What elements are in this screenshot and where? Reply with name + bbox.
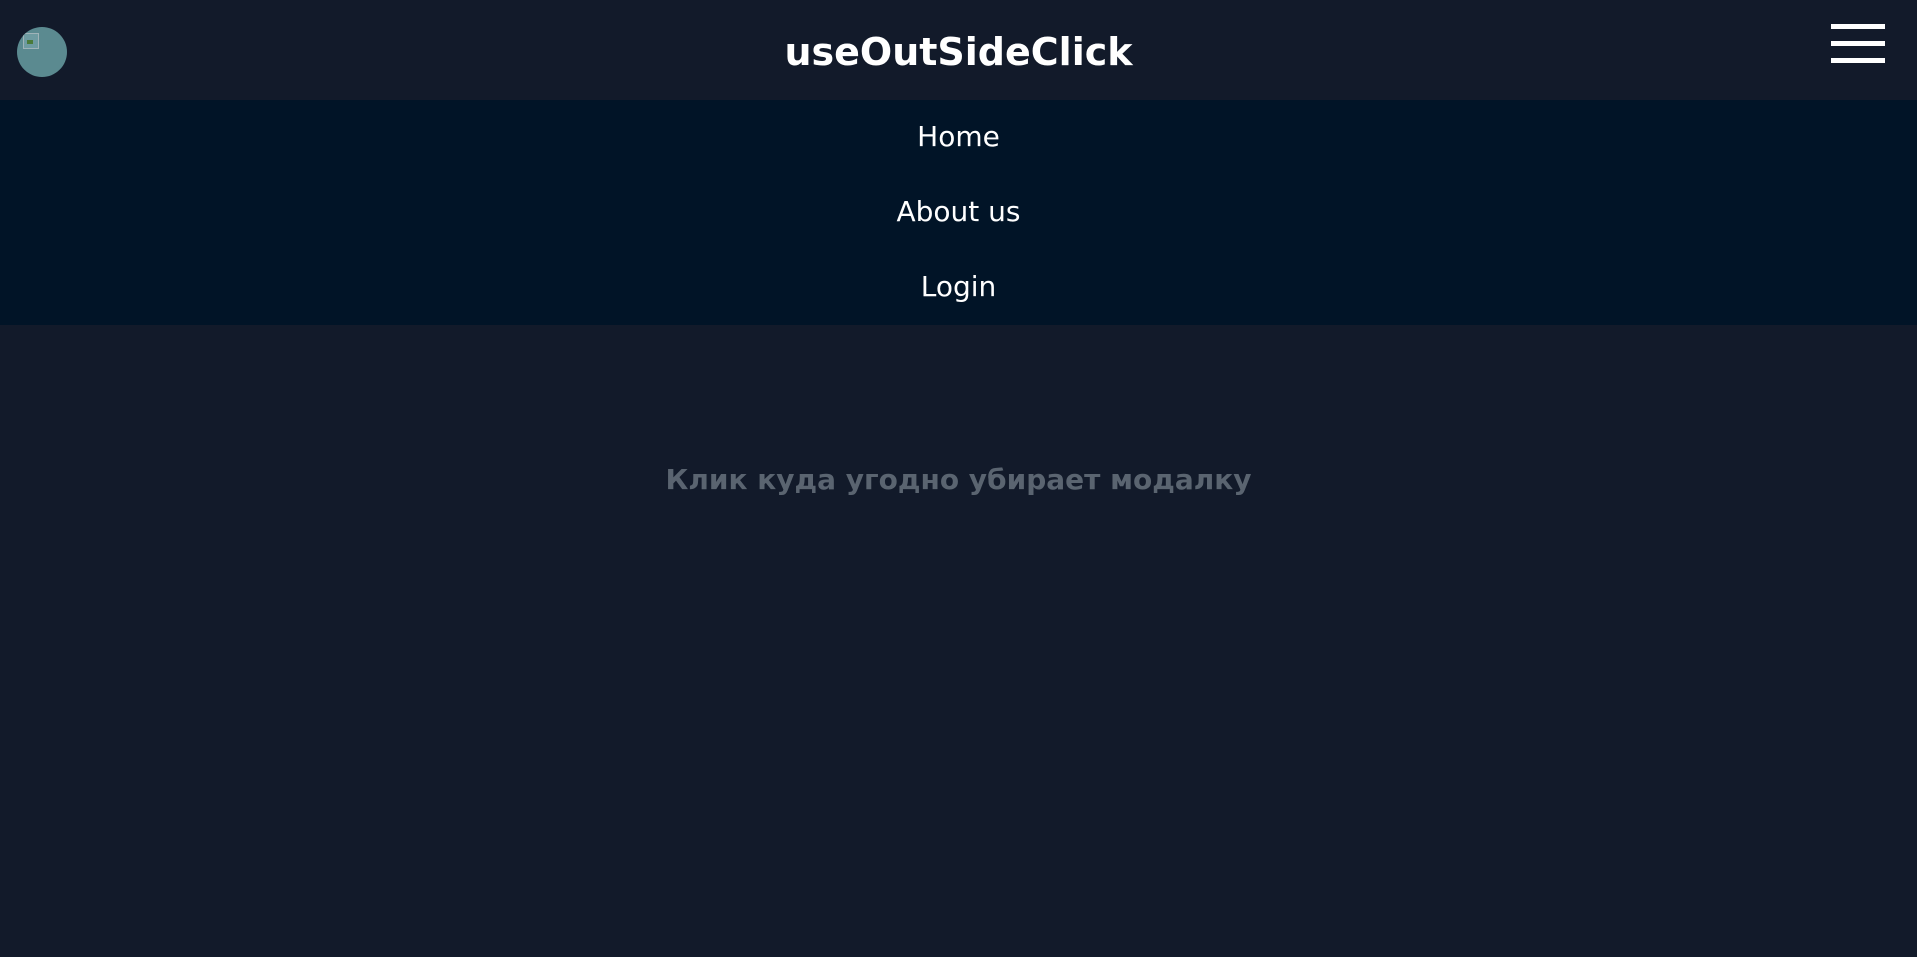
nav-item-home[interactable]: Home — [0, 117, 1917, 157]
hamburger-icon-bar — [1831, 58, 1885, 63]
header: useOutSideClick — [0, 0, 1917, 100]
nav-item-about-us[interactable]: About us — [0, 192, 1917, 232]
page-title: useOutSideClick — [784, 30, 1133, 74]
nav-menu: Home About us Login — [0, 100, 1917, 325]
hint-text: Клик куда угодно убирает модалку — [665, 463, 1252, 496]
nav-item-login[interactable]: Login — [0, 267, 1917, 307]
menu-button[interactable] — [1831, 24, 1885, 64]
hamburger-icon — [1831, 24, 1885, 29]
hamburger-icon-bar — [1831, 41, 1885, 46]
